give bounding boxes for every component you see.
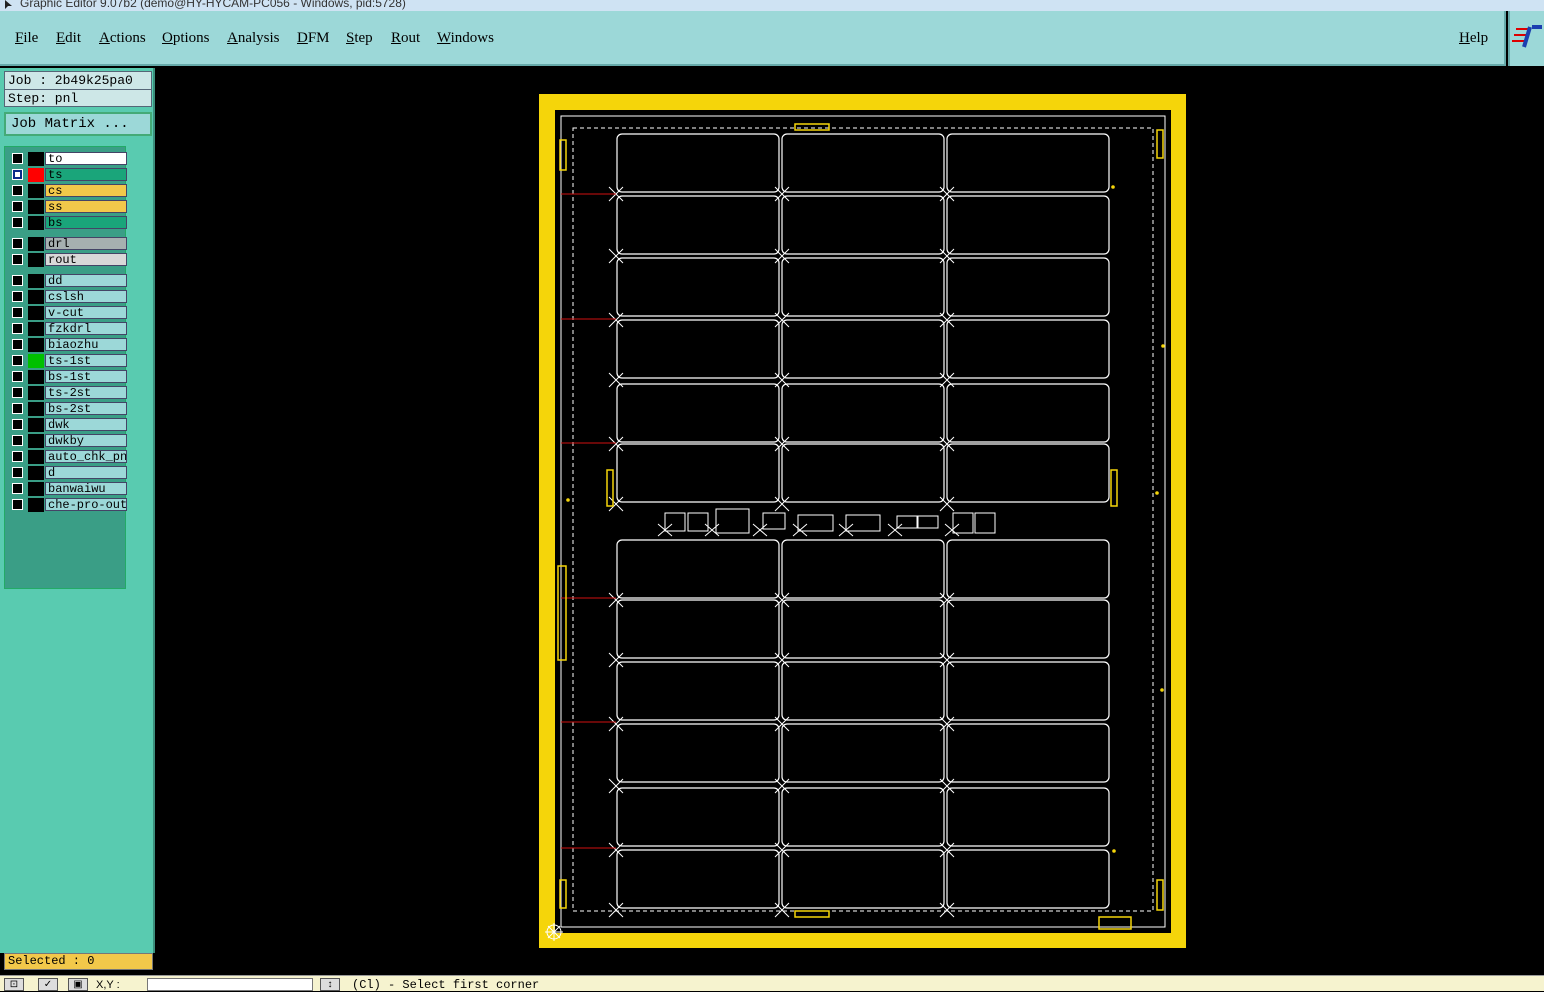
checkmark-icon[interactable]: ✓ [38, 978, 58, 991]
coordinate-input[interactable] [147, 978, 313, 991]
window-icon[interactable]: ▣ [68, 978, 88, 991]
cursor-icon[interactable]: ↕ [320, 978, 340, 991]
panel-inner [555, 110, 1171, 933]
marker-dot [1111, 185, 1115, 189]
status-bar: ⊡ ✓ ▣ X,Y : ↕ (Cl) - Select first corner [0, 975, 1544, 992]
marker-dot [1160, 688, 1164, 692]
snap-icon[interactable]: ⊡ [4, 978, 24, 991]
marker-dot [1161, 344, 1165, 348]
xy-label: X,Y : [96, 979, 120, 991]
marker-dot [1155, 491, 1159, 495]
marker-dot [566, 498, 570, 502]
graphic-canvas[interactable] [0, 0, 1544, 975]
marker-dot [1112, 849, 1116, 853]
